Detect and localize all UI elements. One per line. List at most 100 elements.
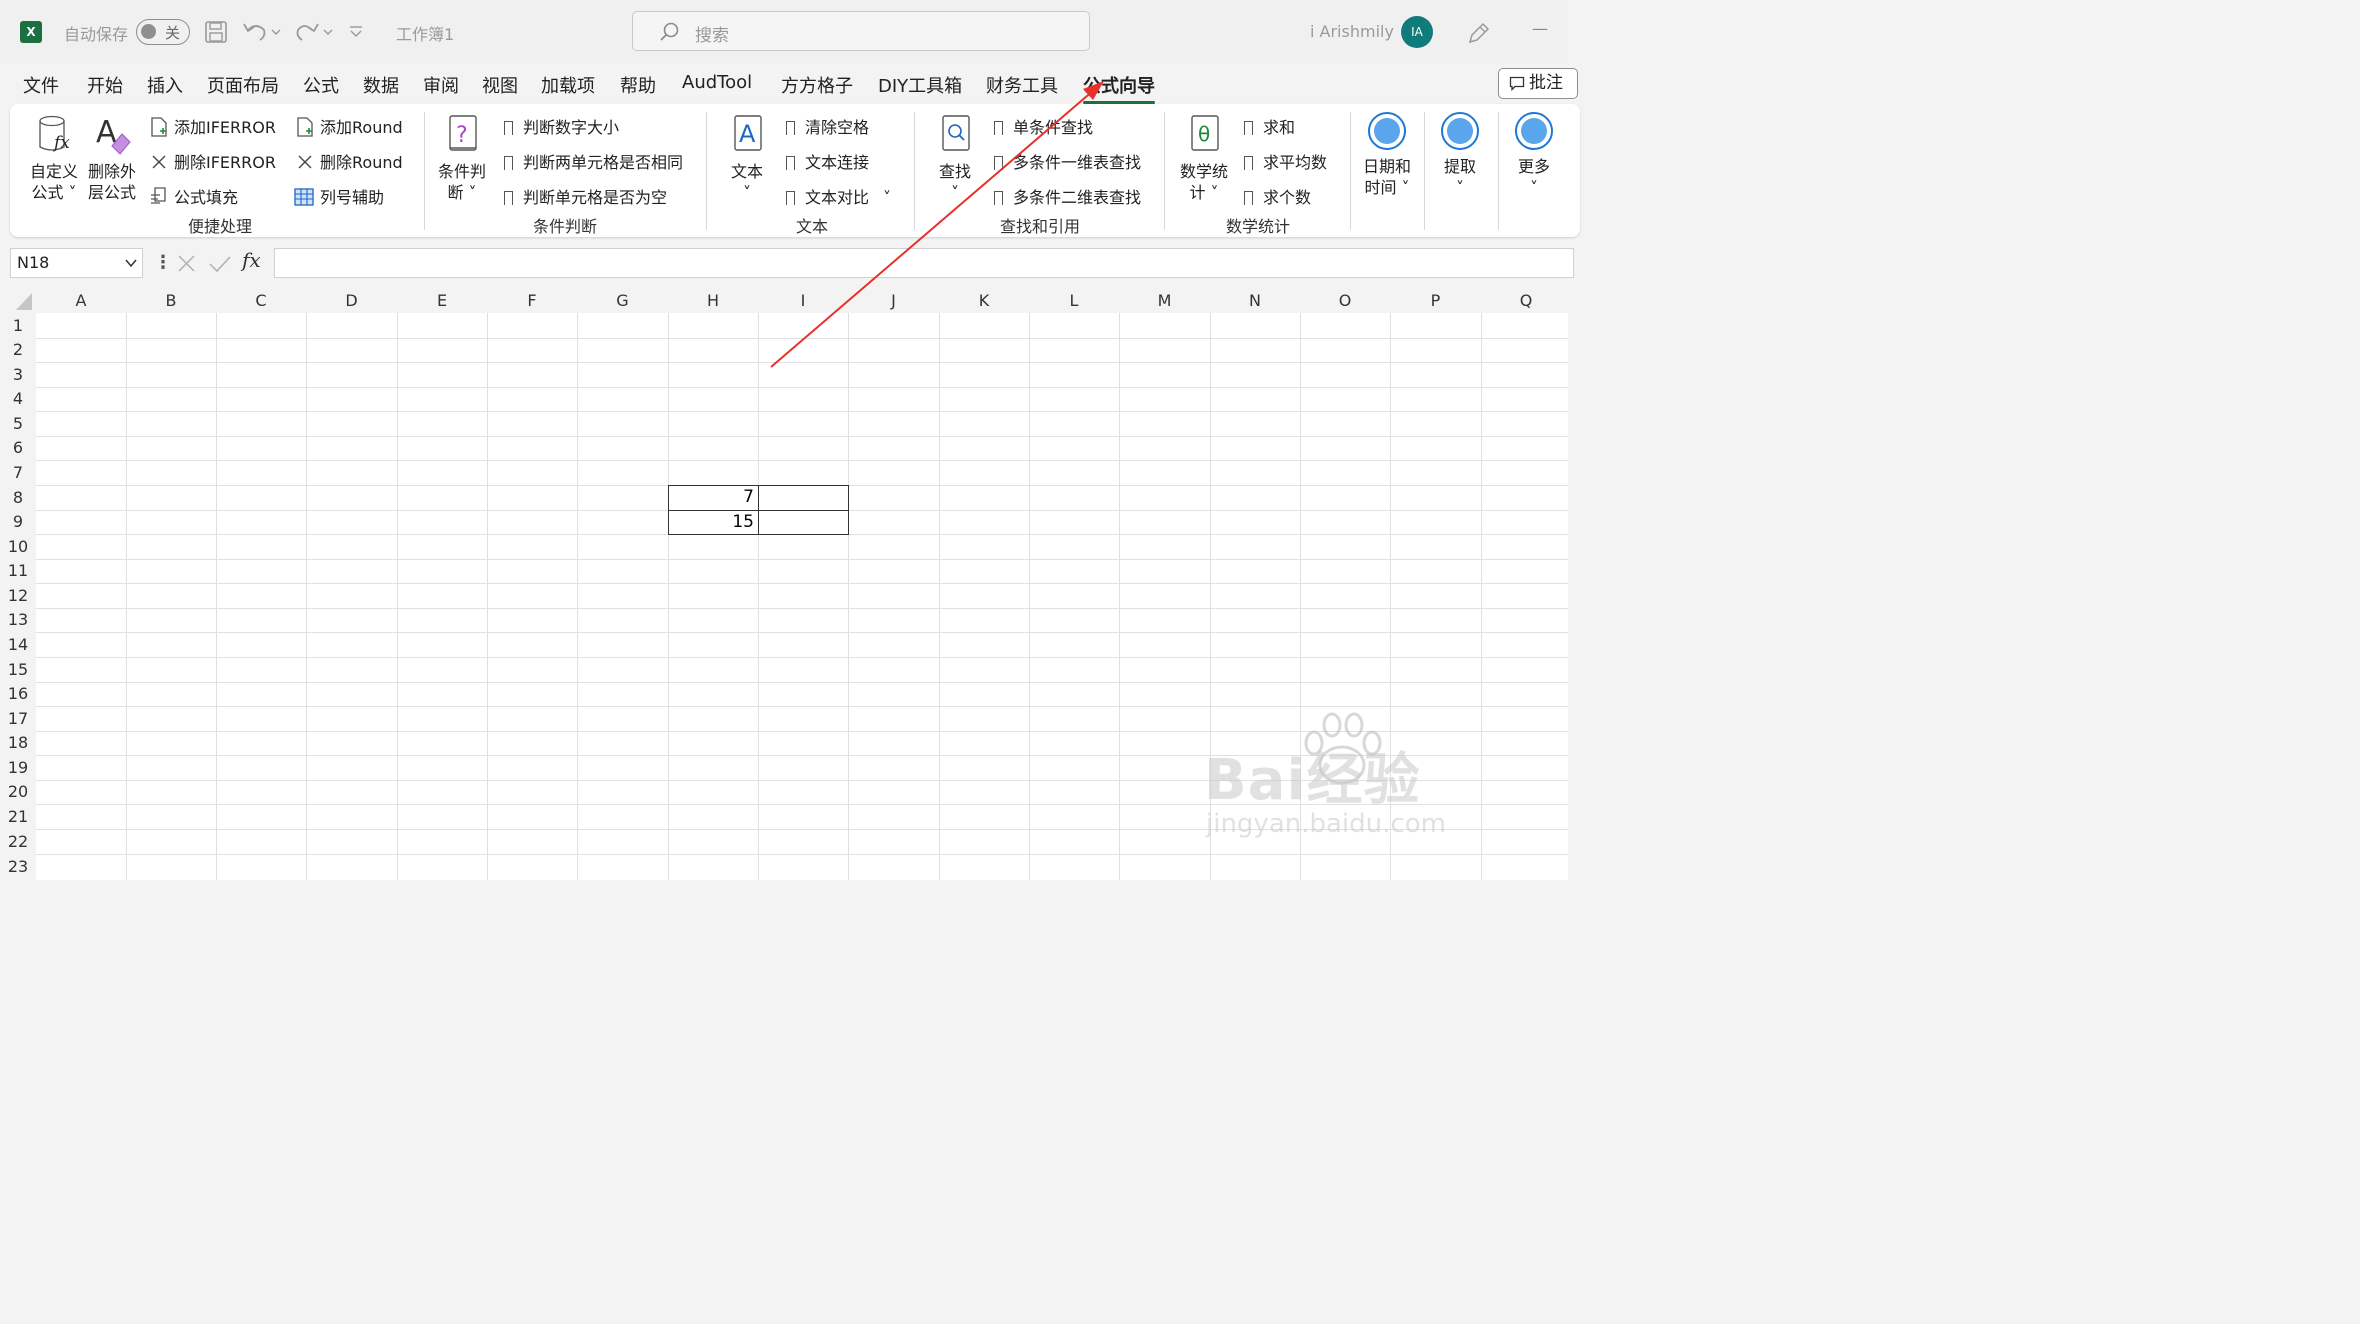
column-header-c[interactable]: C bbox=[216, 289, 306, 313]
row-header[interactable]: 20 bbox=[0, 780, 36, 804]
column-header-n[interactable]: N bbox=[1210, 289, 1300, 313]
designer-pen-icon[interactable] bbox=[1466, 20, 1492, 46]
multi-condition-1d-lookup-button[interactable]: 多条件一维表查找 bbox=[993, 149, 1141, 174]
column-header-h[interactable]: H bbox=[668, 289, 758, 313]
tab-data[interactable]: 数据 bbox=[363, 72, 399, 98]
row-header[interactable]: 12 bbox=[0, 583, 36, 608]
column-number-assist-button[interactable]: 列号辅助 bbox=[294, 184, 384, 208]
column-header-m[interactable]: M bbox=[1119, 289, 1210, 313]
cell-h8[interactable]: 7 bbox=[668, 487, 754, 507]
name-box[interactable]: N18 bbox=[10, 248, 143, 278]
judge-number-size-button[interactable]: 判断数字大小 bbox=[503, 114, 619, 139]
row-header[interactable]: 11 bbox=[0, 559, 36, 583]
column-header-q[interactable]: Q bbox=[1481, 289, 1571, 313]
tab-view[interactable]: 视图 bbox=[482, 72, 518, 98]
tab-page-layout[interactable]: 页面布局 bbox=[207, 72, 279, 98]
judge-cell-empty-button[interactable]: 判断单元格是否为空 bbox=[503, 184, 667, 209]
text-compare-button[interactable]: 文本对比 ˅ bbox=[785, 184, 891, 209]
tab-review[interactable]: 审阅 bbox=[423, 72, 459, 98]
undo-icon[interactable] bbox=[242, 20, 282, 44]
search-box[interactable]: 搜索 bbox=[632, 11, 1090, 51]
row-header[interactable]: 1 bbox=[0, 313, 36, 338]
tab-addins[interactable]: 加载项 bbox=[541, 72, 595, 98]
row-header[interactable]: 23 bbox=[0, 854, 36, 880]
tab-formula-wizard[interactable]: 公式向导 bbox=[1083, 72, 1155, 104]
row-header[interactable]: 10 bbox=[0, 534, 36, 559]
add-round-button[interactable]: 添加Round bbox=[296, 114, 403, 138]
row-header[interactable]: 9 bbox=[0, 510, 36, 534]
tab-insert[interactable]: 插入 bbox=[147, 72, 183, 98]
redo-icon[interactable] bbox=[294, 20, 334, 44]
text-concat-button[interactable]: 文本连接 bbox=[785, 149, 869, 174]
select-all-corner[interactable] bbox=[0, 289, 36, 313]
formula-fill-button[interactable]: 公式填充 bbox=[150, 184, 238, 208]
custom-formula-button[interactable]: fx 自定义 公式 ˅ bbox=[28, 112, 80, 203]
single-condition-lookup-button[interactable]: 单条件查找 bbox=[993, 114, 1093, 139]
row-header[interactable]: 7 bbox=[0, 460, 36, 485]
cell-i9[interactable] bbox=[759, 511, 848, 534]
date-time-button[interactable]: 日期和 时间 ˅ bbox=[1360, 112, 1414, 212]
row-header[interactable]: 18 bbox=[0, 731, 36, 755]
column-header-p[interactable]: P bbox=[1390, 289, 1481, 313]
column-header-a[interactable]: A bbox=[36, 289, 126, 313]
row-header[interactable]: 6 bbox=[0, 436, 36, 460]
tab-help[interactable]: 帮助 bbox=[620, 72, 656, 98]
average-button[interactable]: 求平均数 bbox=[1243, 149, 1327, 174]
row-header[interactable]: 22 bbox=[0, 829, 36, 854]
row-header[interactable]: 5 bbox=[0, 411, 36, 436]
tab-finance-tools[interactable]: 财务工具 bbox=[986, 72, 1058, 98]
formula-input[interactable] bbox=[274, 248, 1574, 278]
row-header[interactable]: 2 bbox=[0, 338, 36, 362]
column-header-k[interactable]: K bbox=[939, 289, 1029, 313]
tab-home[interactable]: 开始 bbox=[87, 72, 123, 98]
math-stats-button[interactable]: θ 数学统 计 ˅ bbox=[1176, 112, 1232, 203]
cancel-icon[interactable] bbox=[176, 254, 198, 274]
column-header-i[interactable]: I bbox=[758, 289, 848, 313]
row-header[interactable]: 16 bbox=[0, 682, 36, 706]
row-header[interactable]: 8 bbox=[0, 485, 36, 510]
tab-fangfanggezi[interactable]: 方方格子 bbox=[781, 72, 853, 98]
column-header-f[interactable]: F bbox=[487, 289, 577, 313]
more-button[interactable]: 更多 ˅ bbox=[1510, 112, 1558, 212]
cell-h9[interactable]: 15 bbox=[668, 512, 754, 532]
save-icon[interactable] bbox=[204, 20, 228, 44]
row-header[interactable]: 17 bbox=[0, 706, 36, 731]
multi-condition-2d-lookup-button[interactable]: 多条件二维表查找 bbox=[993, 184, 1141, 209]
lookup-button[interactable]: 查找 ˅ bbox=[930, 112, 980, 203]
column-header-j[interactable]: J bbox=[848, 289, 939, 313]
column-header-g[interactable]: G bbox=[577, 289, 668, 313]
delete-round-button[interactable]: 删除Round bbox=[296, 149, 403, 173]
insert-function-icon[interactable]: fx bbox=[242, 248, 261, 272]
extract-button[interactable]: 提取 ˅ bbox=[1436, 112, 1484, 212]
row-header[interactable]: 4 bbox=[0, 387, 36, 411]
minimize-button[interactable]: — bbox=[1532, 19, 1548, 38]
enter-check-icon[interactable] bbox=[208, 254, 232, 274]
row-header[interactable]: 19 bbox=[0, 755, 36, 780]
column-header-e[interactable]: E bbox=[397, 289, 487, 313]
condition-judge-button[interactable]: ? 条件判 断 ˅ bbox=[434, 112, 490, 203]
column-header-d[interactable]: D bbox=[306, 289, 397, 313]
count-button[interactable]: 求个数 bbox=[1243, 184, 1311, 209]
text-button[interactable]: A 文本 ˅ bbox=[722, 112, 772, 203]
more-options-icon[interactable]: ⋮ bbox=[154, 252, 172, 273]
row-header[interactable]: 21 bbox=[0, 804, 36, 829]
row-header[interactable]: 13 bbox=[0, 608, 36, 632]
worksheet-grid[interactable]: A B C D E F G H I J K L M N O P Q 1 2 3 … bbox=[0, 289, 1571, 880]
tab-formulas[interactable]: 公式 bbox=[303, 72, 339, 98]
autosave-toggle[interactable]: 关 bbox=[136, 19, 190, 45]
cell-i8[interactable] bbox=[759, 486, 848, 510]
add-iferror-button[interactable]: 添加IFERROR bbox=[150, 114, 276, 138]
row-header[interactable]: 3 bbox=[0, 362, 36, 387]
sum-button[interactable]: 求和 bbox=[1243, 114, 1295, 139]
column-header-l[interactable]: L bbox=[1029, 289, 1119, 313]
customize-qat-icon[interactable] bbox=[348, 24, 364, 40]
delete-outer-formula-button[interactable]: A 删除外 层公式 bbox=[86, 112, 138, 203]
column-header-b[interactable]: B bbox=[126, 289, 216, 313]
tab-audtool[interactable]: AudTool bbox=[682, 72, 752, 93]
column-header-o[interactable]: O bbox=[1300, 289, 1390, 313]
tab-diy-toolbox[interactable]: DIY工具箱 bbox=[878, 72, 962, 98]
row-header[interactable]: 15 bbox=[0, 657, 36, 682]
delete-iferror-button[interactable]: 删除IFERROR bbox=[150, 149, 276, 173]
judge-cells-equal-button[interactable]: 判断两单元格是否相同 bbox=[503, 149, 683, 174]
avatar[interactable]: IA bbox=[1401, 16, 1433, 48]
